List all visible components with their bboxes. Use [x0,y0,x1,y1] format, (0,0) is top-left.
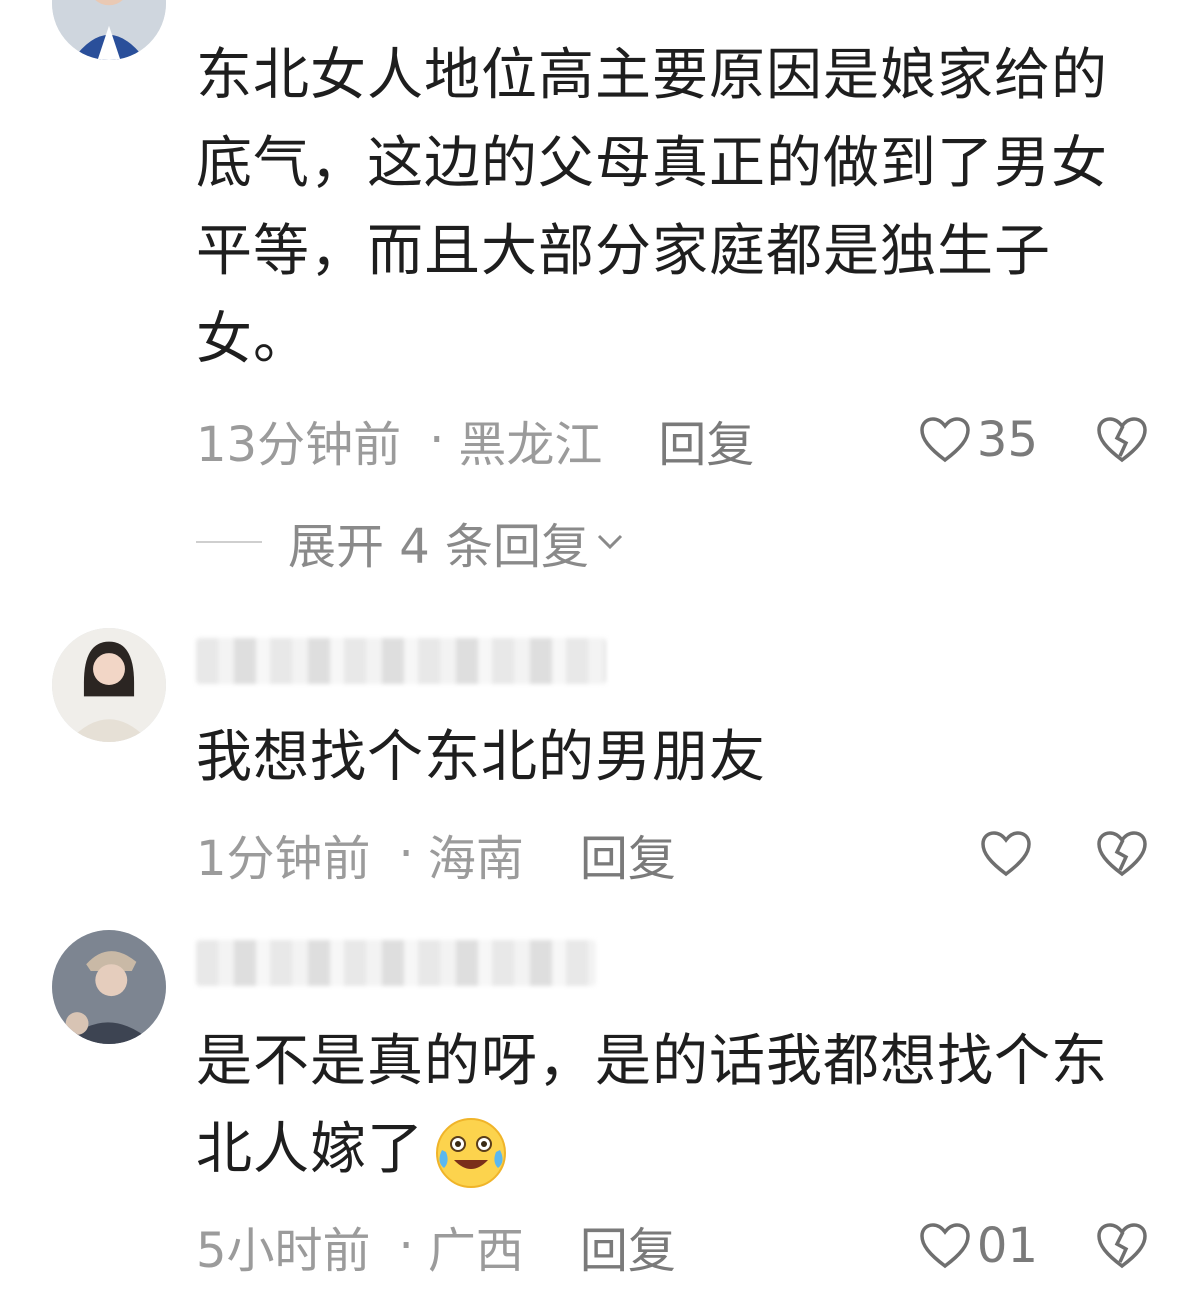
username-blurred [196,638,606,684]
dislike-button[interactable] [1096,416,1148,464]
comment-meta: 1分钟前 · 海南 回复 [196,824,1148,887]
comment-location: 海南 [427,831,524,887]
reply-button[interactable]: 回复 [580,1211,676,1281]
chevron-down-icon [595,532,625,552]
meta-separator: · [429,412,445,468]
divider-line [196,541,262,543]
comment-item: 东北女人地位高主要原因是娘家给的底气，这边的父母真正的做到了男女平等，而且大部分… [0,0,1200,600]
like-button[interactable]: 35 [919,412,1038,468]
expand-replies-label: 展开 4 条回复 [288,519,590,575]
comment-time: 13分钟前 [196,417,402,473]
crying-laughing-emoji-icon [432,1114,510,1192]
broken-heart-icon [1096,416,1148,464]
comment-meta: 5小时前 · 广西 回复 01 [196,1216,1148,1279]
avatar[interactable] [52,930,166,1044]
like-count: 01 [976,1218,1038,1274]
meta-separator: · [398,826,414,882]
dislike-button[interactable] [1096,1222,1148,1270]
broken-heart-icon [1096,830,1148,878]
avatar[interactable] [52,0,166,60]
comment-location: 广西 [427,1223,524,1279]
like-button[interactable]: 01 [919,1218,1038,1274]
comment-text: 东北女人地位高主要原因是娘家给的底气，这边的父母真正的做到了男女平等，而且大部分… [196,43,1108,372]
expand-replies-button[interactable]: 展开 4 条回复 [196,512,625,575]
avatar-image [52,0,166,60]
heart-outline-icon [980,830,1032,878]
comment-location: 黑龙江 [458,417,603,473]
comment-item: 是不是真的呀，是的话我都想找个东北人嫁了 5小时前 · 广西 回复 01 [0,910,1200,1299]
comment-time: 5小时前 [196,1223,371,1279]
comment-text: 是不是真的呀，是的话我都想找个东北人嫁了 [196,1018,1156,1194]
comment-item: 我想找个东北的男朋友 1分钟前 · 海南 回复 [0,600,1200,910]
avatar-image [52,628,166,742]
comment-time: 1分钟前 [196,831,371,887]
like-count: 35 [976,412,1038,468]
username-blurred [196,940,596,986]
comment-text: 我想找个东北的男朋友 [196,725,766,790]
broken-heart-icon [1096,1222,1148,1270]
comment-meta: 13分钟前 · 黑龙江 回复 35 [196,410,1148,473]
avatar-image [52,930,166,1044]
reply-button[interactable]: 回复 [580,819,676,889]
comment-text-content: 是不是真的呀，是的话我都想找个东北人嫁了 [196,1029,1108,1182]
dislike-button[interactable] [1096,830,1148,878]
like-button[interactable] [980,830,1038,878]
reply-button[interactable]: 回复 [658,405,754,475]
heart-outline-icon [919,1222,971,1270]
avatar[interactable] [52,628,166,742]
heart-outline-icon [919,416,971,464]
meta-separator: · [398,1218,414,1274]
